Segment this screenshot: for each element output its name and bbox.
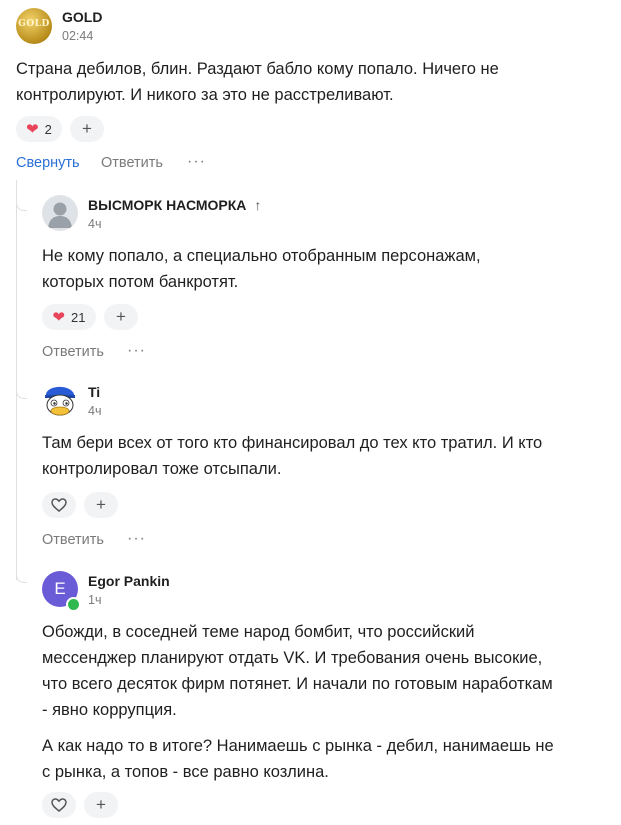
heart-filled-icon: ❤	[52, 308, 66, 326]
author-name[interactable]: Ti	[88, 384, 100, 400]
plus-icon: +	[116, 307, 126, 326]
user-silhouette-icon	[48, 202, 72, 228]
author-name[interactable]: ВЫСМОРК НАСМОРКА ↑	[88, 197, 261, 213]
avatar-gold[interactable]: GOLD	[16, 8, 52, 44]
comment-time[interactable]: 4ч	[88, 404, 101, 418]
comment-time[interactable]: 02:44	[62, 29, 93, 43]
thread-connector	[16, 200, 27, 211]
avatar-duck[interactable]	[42, 382, 78, 418]
author-label: ВЫСМОРК НАСМОРКА	[88, 197, 247, 213]
avatar-initial: E	[54, 579, 66, 598]
like-count: 2	[44, 121, 52, 137]
thread-line	[16, 180, 17, 580]
collapse-button[interactable]: Свернуть	[16, 155, 80, 171]
thread-connector	[16, 572, 27, 583]
comment-paragraph: А как надо то в итоге? Нанимаешь с рынка…	[42, 737, 554, 781]
author-name[interactable]: Egor Pankin	[88, 573, 170, 589]
more-options-icon[interactable]: ···	[127, 342, 146, 360]
add-reaction-button[interactable]: +	[84, 792, 118, 818]
comment-time[interactable]: 4ч	[88, 217, 101, 231]
author-name[interactable]: GOLD	[62, 9, 102, 25]
plus-icon: +	[96, 495, 106, 514]
avatar-default[interactable]	[42, 195, 78, 231]
like-button[interactable]: ❤ 21	[42, 304, 96, 330]
comment-paragraph: Не кому попало, а специально отобранным …	[42, 247, 481, 291]
heart-outline-icon	[51, 798, 67, 812]
comment-text: Там бери всех от того кто финансировал д…	[42, 430, 562, 482]
online-indicator	[66, 597, 81, 612]
add-reaction-button[interactable]: +	[104, 304, 138, 330]
more-options-icon[interactable]: ···	[187, 153, 206, 171]
comment-time[interactable]: 1ч	[88, 593, 101, 607]
reply-button[interactable]: Ответить	[101, 155, 163, 171]
comment-paragraph: Страна дебилов, блин. Раздают бабло кому…	[16, 60, 499, 104]
like-button[interactable]: ❤ 2	[16, 116, 62, 142]
reply-button[interactable]: Ответить	[42, 532, 104, 548]
reply-button[interactable]: Ответить	[42, 344, 104, 360]
like-count: 21	[71, 309, 86, 325]
plus-icon: +	[96, 795, 106, 814]
thread-connector	[16, 388, 27, 399]
gold-logo-text: GOLD	[18, 19, 50, 29]
heart-filled-icon: ❤	[26, 120, 39, 138]
comment-paragraph: Там бери всех от того кто финансировал д…	[42, 434, 543, 478]
add-reaction-button[interactable]: +	[84, 492, 118, 518]
heart-outline-icon	[51, 498, 67, 512]
like-button[interactable]	[42, 492, 76, 518]
comment-text: Страна дебилов, блин. Раздают бабло кому…	[16, 56, 536, 108]
duck-face-icon	[45, 386, 75, 416]
more-options-icon[interactable]: ···	[127, 530, 146, 548]
like-button[interactable]	[42, 792, 76, 818]
comment-text: Не кому попало, а специально отобранным …	[42, 243, 532, 295]
comment-paragraph: Обожди, в соседней теме народ бомбит, чт…	[42, 623, 553, 719]
add-reaction-button[interactable]: +	[70, 116, 104, 142]
plus-icon: +	[82, 119, 92, 138]
arrow-up-icon: ↑	[254, 197, 262, 213]
comment-text: Обожди, в соседней теме народ бомбит, чт…	[42, 619, 562, 785]
